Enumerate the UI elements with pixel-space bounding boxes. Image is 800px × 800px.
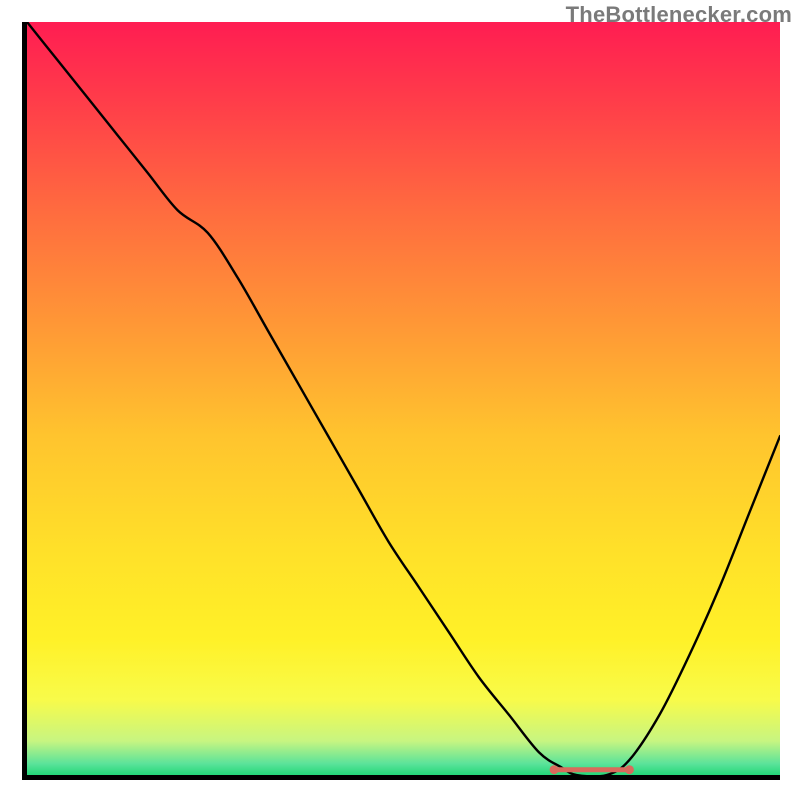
chart-background-gradient — [27, 22, 780, 775]
watermark-text: TheBottlenecker.com — [566, 2, 792, 28]
chart-plot-area — [27, 22, 780, 775]
chart-svg — [27, 22, 780, 775]
x-axis-line — [22, 775, 780, 780]
chart-frame — [22, 22, 780, 780]
